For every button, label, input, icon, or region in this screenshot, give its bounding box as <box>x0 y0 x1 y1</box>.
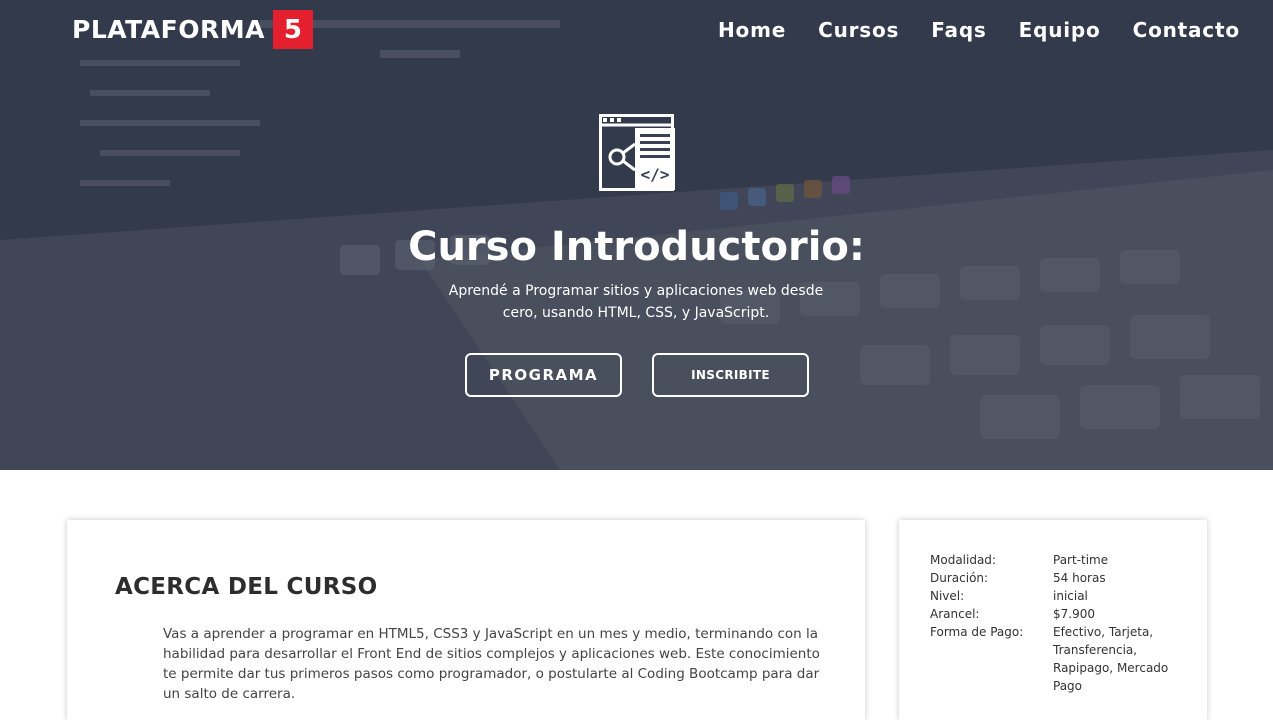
svg-text:</>: </> <box>641 165 670 184</box>
hero-subtitle: Aprendé a Programar sitios y aplicacione… <box>448 283 824 321</box>
about-course-card: ACERCA DEL CURSO Vas a aprender a progra… <box>67 520 865 720</box>
info-label: Duración: <box>930 571 989 585</box>
info-row-nivel: Nivel: inicial <box>930 587 1180 605</box>
hero-title: Curso Introductorio: <box>408 224 865 270</box>
logo-number-badge: 5 <box>272 10 313 49</box>
info-label: Nivel: <box>930 589 965 603</box>
hero-section: PLATAFORMA 5 Home Cursos Faqs Equipo Con… <box>0 0 1273 470</box>
nav-item-equipo[interactable]: Equipo <box>1019 18 1101 42</box>
info-row-modalidad: Modalidad: Part-time <box>930 551 1180 569</box>
info-value: 54 horas <box>1053 571 1106 585</box>
inscribite-button[interactable]: INSCRIBITE <box>652 353 809 397</box>
logo-text: PLATAFORMA <box>72 15 265 44</box>
info-value: Efectivo, Tarjeta, Transferencia, Rapipa… <box>1053 625 1169 693</box>
programa-button[interactable]: PROGRAMA <box>465 353 622 397</box>
info-row-arancel: Arancel: $7.900 <box>930 605 1180 623</box>
nav-item-cursos[interactable]: Cursos <box>818 18 899 42</box>
info-value: inicial <box>1053 589 1088 603</box>
about-title: ACERCA DEL CURSO <box>115 574 378 600</box>
info-row-forma-de-pago: Forma de Pago: Efectivo, Tarjeta, Transf… <box>930 623 1180 695</box>
nav-item-faqs[interactable]: Faqs <box>931 18 986 42</box>
course-info-card: Modalidad: Part-time Duración: 54 horas … <box>899 520 1207 720</box>
code-window-icon: </> <box>599 114 675 191</box>
main-nav: Home Cursos Faqs Equipo Contacto <box>702 18 1256 42</box>
info-label: Arancel: <box>930 607 980 621</box>
info-label: Modalidad: <box>930 553 996 567</box>
course-info-table: Modalidad: Part-time Duración: 54 horas … <box>930 551 1180 695</box>
site-logo[interactable]: PLATAFORMA 5 <box>72 10 313 49</box>
about-description: Vas a aprender a programar en HTML5, CSS… <box>163 626 820 702</box>
info-value: $7.900 <box>1053 607 1095 621</box>
nav-item-home[interactable]: Home <box>718 18 786 42</box>
nav-item-contacto[interactable]: Contacto <box>1133 18 1240 42</box>
info-label: Forma de Pago: <box>930 625 1024 639</box>
info-value: Part-time <box>1053 553 1109 567</box>
info-row-duracion: Duración: 54 horas <box>930 569 1180 587</box>
